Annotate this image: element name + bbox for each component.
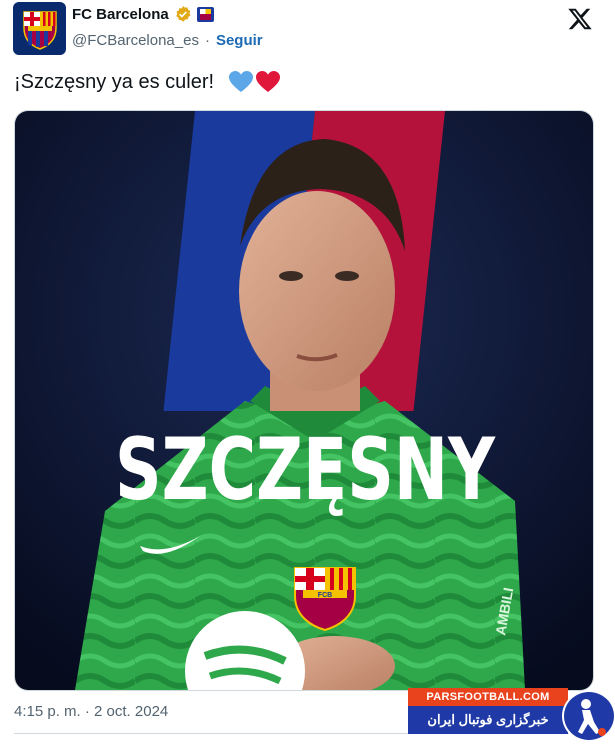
blue-heart-icon bbox=[229, 71, 254, 92]
heart-emojis bbox=[228, 70, 281, 94]
player-name-title: SZCZĘSNY bbox=[115, 420, 496, 520]
fc-barcelona-crest-icon bbox=[22, 10, 57, 50]
handle-separator: · bbox=[204, 32, 210, 49]
parsfootball-watermark: PARSFOOTBALL.COM خبرگزاری فوتبال ایران bbox=[408, 688, 615, 742]
handle-row: @FCBarcelona_es · Seguir bbox=[72, 32, 263, 49]
club-affiliation-icon bbox=[196, 6, 214, 22]
author-name-row: FC Barcelona bbox=[72, 5, 214, 23]
watermark-site: PARSFOOTBALL.COM bbox=[408, 688, 568, 706]
tweet-media-image[interactable]: FCB AMBILI SZCZĘSNY bbox=[14, 110, 594, 691]
display-name[interactable]: FC Barcelona bbox=[72, 6, 169, 23]
avatar[interactable] bbox=[13, 2, 66, 55]
player-announcement-graphic: FCB AMBILI SZCZĘSNY bbox=[15, 111, 593, 690]
red-heart-icon bbox=[256, 71, 281, 92]
watermark-tagline: خبرگزاری فوتبال ایران bbox=[408, 706, 568, 734]
verified-badge-icon bbox=[176, 6, 191, 22]
watermark-logo-icon bbox=[562, 690, 615, 742]
tweet-text: ¡Szczęsny ya es culer! bbox=[14, 70, 215, 93]
author-handle[interactable]: @FCBarcelona_es bbox=[72, 32, 199, 49]
tweet-text-row: ¡Szczęsny ya es culer! bbox=[14, 70, 281, 94]
crest-text: FCB bbox=[318, 592, 332, 599]
follow-button[interactable]: Seguir bbox=[216, 32, 263, 49]
tweet-timestamp[interactable]: 4:15 p. m. · 2 oct. 2024 bbox=[14, 703, 168, 720]
x-logo-icon[interactable] bbox=[567, 6, 593, 32]
